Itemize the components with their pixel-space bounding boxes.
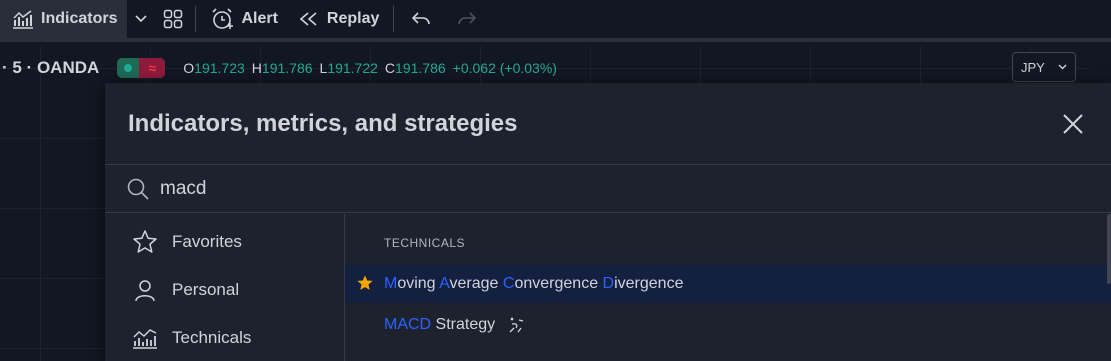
indicators-dropdown-button[interactable] (127, 0, 155, 38)
person-icon (132, 277, 158, 303)
chart-legend: · 5 · OANDA ≈ O191.723 H191.786 L191.722… (0, 56, 557, 80)
result-title-part: MACD (384, 316, 432, 333)
sidebar-item-label: Favorites (172, 232, 242, 251)
favorite-star-icon[interactable] (356, 274, 374, 297)
replay-button[interactable]: Replay (288, 0, 389, 38)
search-input[interactable] (160, 177, 760, 200)
grid-icon (164, 9, 183, 29)
ohlc-values: O191.723 H191.786 L191.722 C191.786 +0.0… (183, 60, 557, 76)
market-status-badge[interactable]: ≈ (117, 58, 166, 78)
sidebar-item-technicals[interactable]: Technicals (105, 314, 344, 361)
result-title-part: oving (397, 275, 440, 292)
result-title-part: verage (449, 275, 503, 292)
star-outline-icon (132, 229, 158, 255)
search-icon (127, 178, 149, 200)
right-panel-edge (1090, 52, 1111, 82)
rewind-icon (298, 11, 320, 27)
indicators-dialog: Indicators, metrics, and strategies Favo… (105, 83, 1111, 361)
alert-label: Alert (241, 10, 278, 27)
open-key: O (183, 60, 195, 76)
undo-button[interactable] (398, 0, 444, 38)
currency-select[interactable]: JPY (1012, 52, 1076, 82)
result-title-part: M (384, 275, 398, 292)
top-toolbar: Indicators Alert Replay (0, 0, 1111, 42)
market-open-dot-icon (124, 64, 133, 72)
results-list: TECHNICALS Moving Average Convergence Di… (345, 214, 1111, 361)
result-title-part: onvergence (514, 275, 603, 292)
result-title-part: ivergence (614, 275, 684, 292)
sidebar-item-label: Personal (172, 280, 240, 299)
category-sidebar: Favorites Personal Technicals (105, 214, 345, 361)
technicals-chart-icon (132, 325, 158, 351)
close-icon (1063, 113, 1083, 134)
result-row-macd-indicator[interactable]: Moving Average Convergence Divergence (345, 265, 1111, 303)
replay-label: Replay (326, 10, 380, 27)
toolbar-divider (195, 6, 197, 32)
result-row-macd-strategy[interactable]: MACD Strategy (345, 306, 1111, 344)
high-value: 191.786 (261, 60, 313, 76)
price-change: +0.062 (+0.03%) (452, 60, 557, 76)
toolbar-divider (393, 6, 395, 32)
sidebar-item-personal[interactable]: Personal (105, 266, 344, 314)
result-title-part: D (602, 275, 615, 292)
result-title-part: C (502, 275, 515, 292)
chevron-down-icon (135, 15, 148, 23)
redo-button[interactable] (444, 0, 490, 38)
low-value: 191.722 (327, 60, 378, 76)
search-row (105, 165, 1111, 213)
indicator-templates-button[interactable] (155, 0, 191, 38)
indicators-chart-icon (12, 9, 34, 29)
symbol-title[interactable]: · 5 · OANDA (0, 58, 99, 78)
alarm-clock-icon (210, 7, 234, 31)
results-scrollbar[interactable] (1107, 214, 1111, 284)
indicators-button[interactable]: Indicators (0, 0, 128, 38)
close-key: C (384, 60, 396, 76)
chevron-down-icon (1058, 64, 1067, 70)
result-title: Moving Average Convergence Divergence (345, 275, 683, 293)
section-label-technicals: TECHNICALS (384, 236, 466, 250)
alert-button[interactable]: Alert (200, 0, 287, 38)
result-title-part: Strategy (431, 316, 496, 333)
undo-icon (412, 12, 431, 25)
currency-value: JPY (1021, 59, 1045, 75)
sidebar-item-label: Technicals (172, 328, 252, 347)
sidebar-item-favorites[interactable]: Favorites (105, 218, 344, 266)
data-delay-icon: ≈ (139, 58, 166, 78)
dialog-header: Indicators, metrics, and strategies (105, 83, 1111, 165)
dialog-title: Indicators, metrics, and strategies (128, 109, 518, 137)
result-title-part: A (439, 275, 450, 292)
close-value: 191.786 (395, 60, 446, 76)
indicators-label: Indicators (41, 10, 118, 27)
dialog-body: Favorites Personal Technicals TECHNICALS (105, 214, 1111, 361)
high-key: H (251, 60, 262, 76)
result-title: MACD Strategy (345, 316, 495, 334)
redo-icon (458, 12, 477, 25)
close-button[interactable] (1057, 108, 1089, 140)
open-value: 191.723 (194, 60, 245, 76)
strategy-icon (507, 316, 525, 334)
